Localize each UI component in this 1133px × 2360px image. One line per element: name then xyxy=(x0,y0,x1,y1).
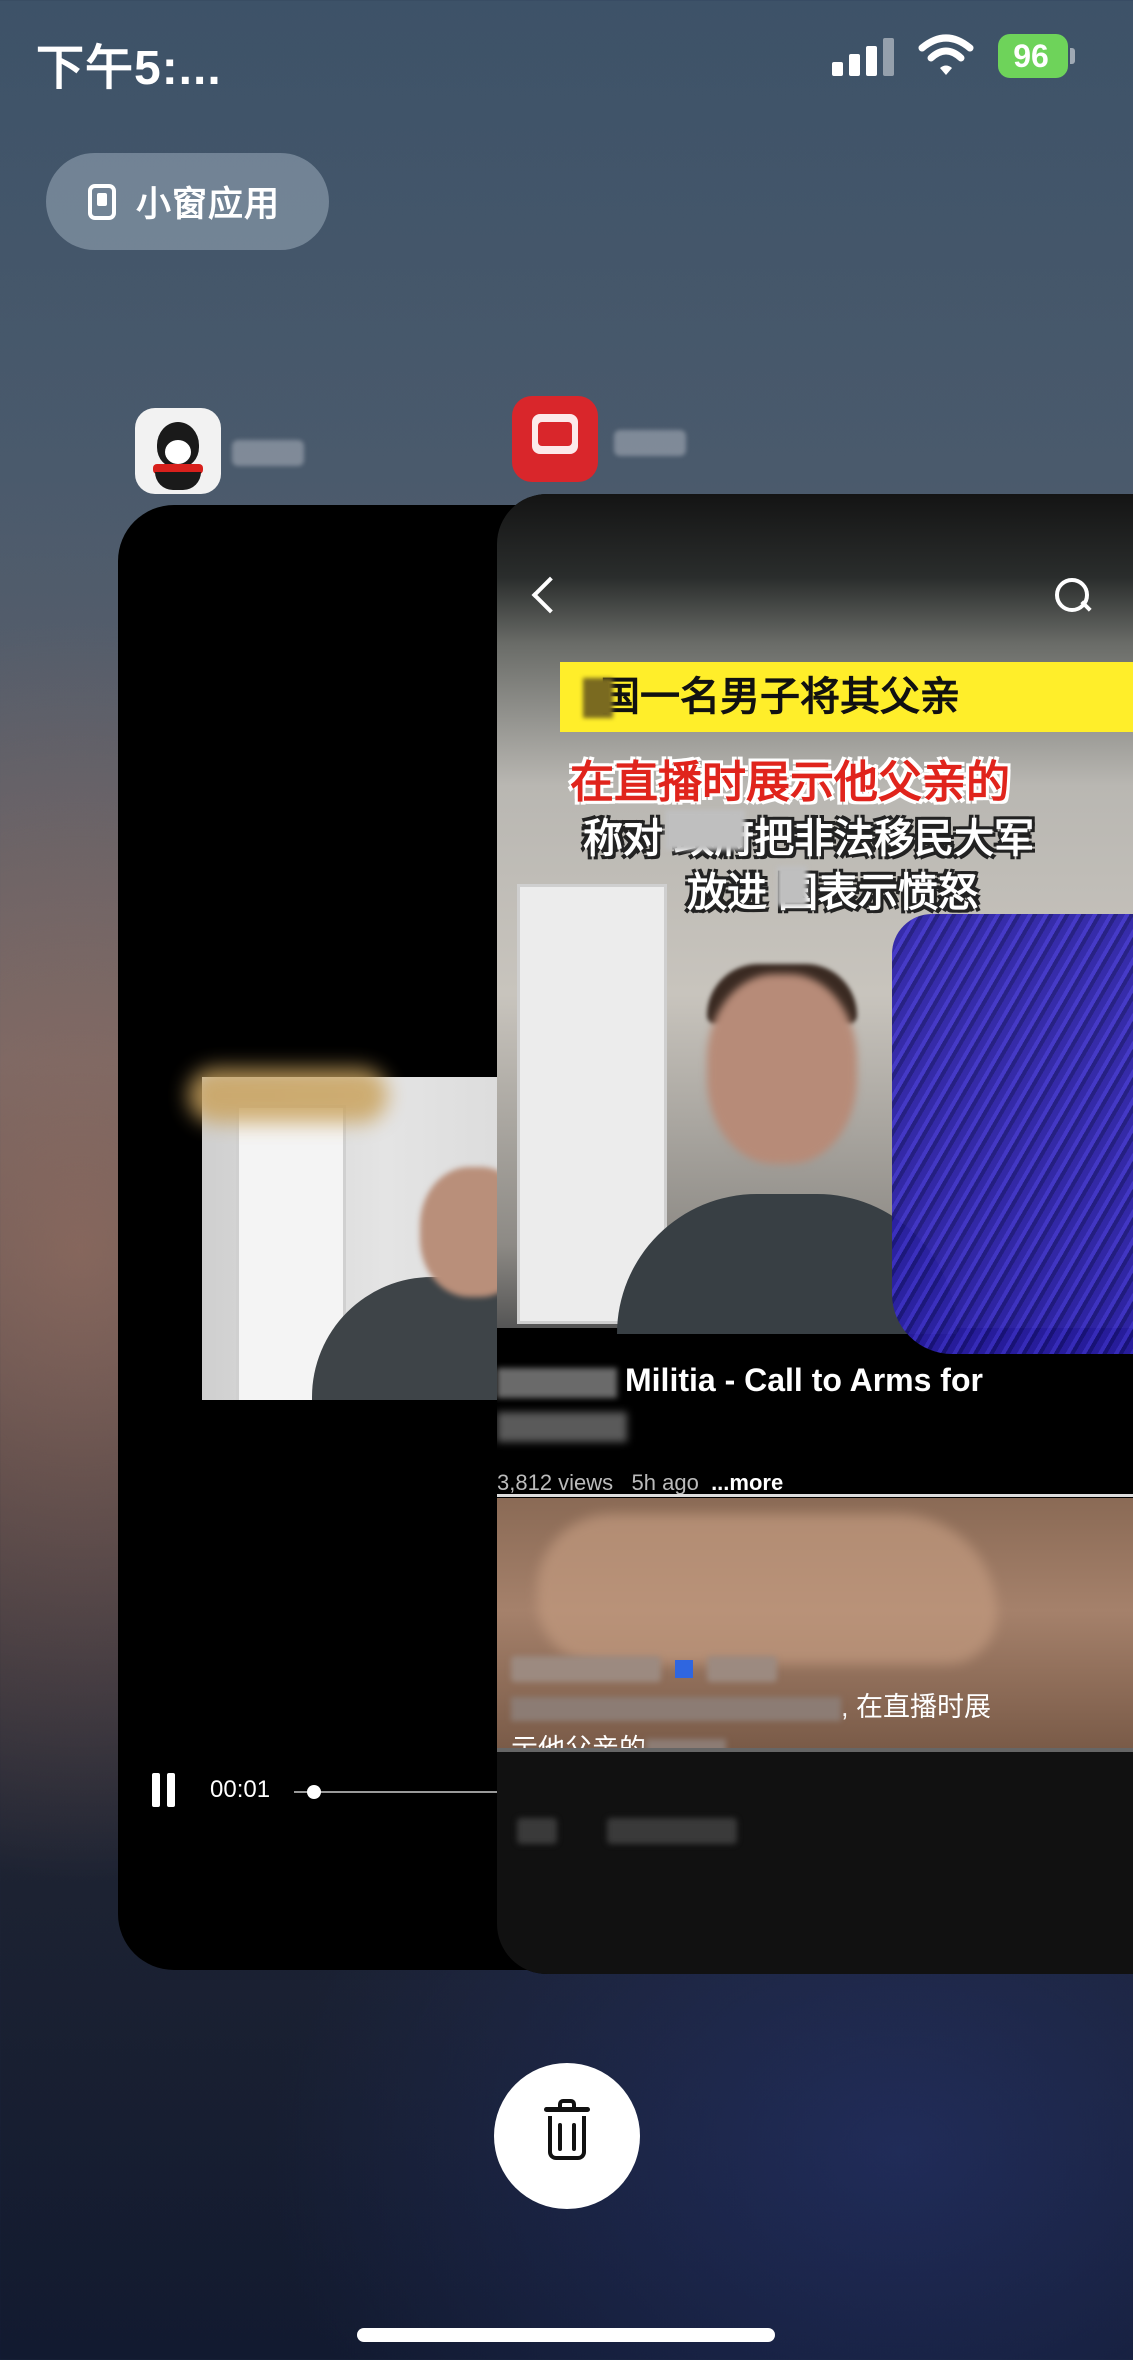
small-window-label: 小窗应用 xyxy=(136,185,281,224)
headline-line3: 称对 政府把非法移民大军 xyxy=(583,817,1035,861)
app-name-blurred xyxy=(614,430,686,456)
battery-percent: 96 xyxy=(1013,38,1049,74)
playback-controls: 00:01 xyxy=(152,1770,270,1810)
small-window-icon xyxy=(88,183,116,220)
video-title-blurred xyxy=(497,1412,627,1442)
more-link[interactable]: ...more xyxy=(711,1470,783,1495)
signal-icon xyxy=(832,36,896,76)
current-time: 00:01 xyxy=(210,1776,271,1803)
feed-video: 国一名男子将其父亲 在直播时展示他父亲的 称对 政府把非法移民大军 放进 国表示… xyxy=(497,494,1133,1354)
pause-icon[interactable] xyxy=(152,1773,160,1807)
video-meta: 3,812 views 5h ago ...more xyxy=(497,1470,783,1496)
scribble-overlay xyxy=(892,914,1133,1354)
back-icon[interactable] xyxy=(531,576,569,614)
wifi-icon xyxy=(918,32,974,78)
headline-line2: 在直播时展示他父亲的 xyxy=(570,758,1010,807)
progress-thumb[interactable] xyxy=(307,1785,321,1799)
delete-all-button[interactable] xyxy=(494,2063,640,2209)
view-count: 3,812 views xyxy=(497,1470,614,1495)
battery-charging-icon: 96 xyxy=(998,34,1078,78)
news-footer xyxy=(497,1748,1133,1974)
divider xyxy=(497,1494,1133,1497)
news-app-icon[interactable] xyxy=(512,396,598,482)
qq-penguin-icon[interactable] xyxy=(135,408,221,494)
news-app-card[interactable]: 国一名男子将其父亲 在直播时展示他父亲的 称对 政府把非法移民大军 放进 国表示… xyxy=(497,494,1133,1974)
home-indicator[interactable] xyxy=(357,2328,775,2342)
video-age: 5h ago xyxy=(631,1470,699,1495)
headline-banner: 国一名男子将其父亲 xyxy=(560,662,1133,732)
app-name-blurred xyxy=(232,440,304,466)
news-source-row xyxy=(511,1654,777,1684)
video-title[interactable]: Militia - Call to Arms for xyxy=(497,1362,1133,1399)
blurred-overlay xyxy=(188,1068,388,1123)
small-window-button[interactable]: 小窗应用 xyxy=(46,153,329,250)
status-time: 下午5:... xyxy=(36,42,222,95)
verified-icon xyxy=(675,1660,693,1678)
headline-line4: 放进 国表示愤怒 xyxy=(687,871,979,915)
